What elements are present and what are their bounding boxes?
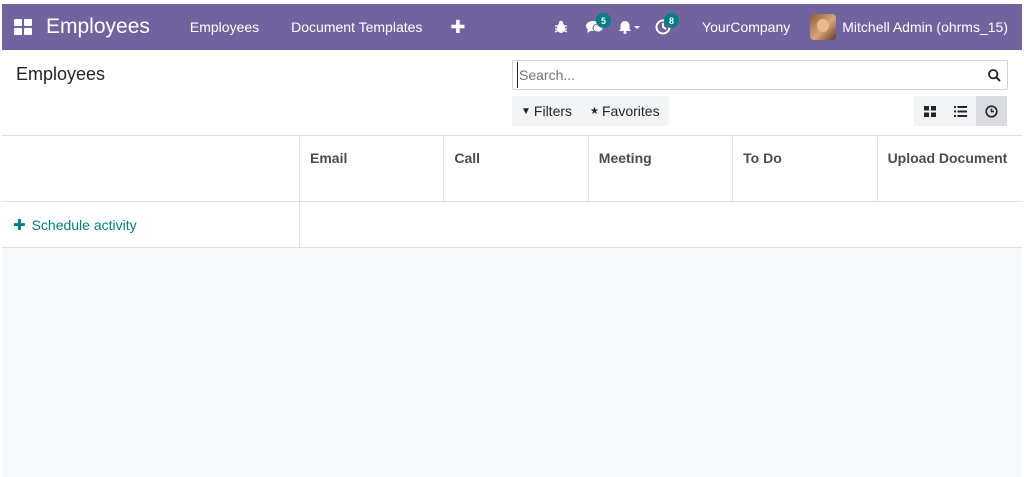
search-options: ▼ Filters ★ Favorites xyxy=(512,96,669,126)
column-call[interactable]: Call xyxy=(444,137,589,201)
activity-header-row: Email Call Meeting To Do Upload Document xyxy=(2,137,1022,202)
kanban-view-icon[interactable] xyxy=(914,96,945,126)
messages-icon[interactable]: 5 xyxy=(578,4,612,50)
menu-document-templates[interactable]: Document Templates xyxy=(275,19,438,35)
add-menu-icon[interactable]: ✚ xyxy=(438,17,477,38)
column-upload-document[interactable]: Upload Document xyxy=(878,137,1022,201)
company-switcher[interactable]: YourCompany xyxy=(680,19,810,35)
activity-view-clock-icon[interactable] xyxy=(976,96,1007,126)
activities-badge: 8 xyxy=(664,13,680,28)
plus-icon: ✚ xyxy=(13,216,26,234)
debug-bug-icon[interactable] xyxy=(544,4,578,50)
systray: 5 8 YourCompany Mitchell Admin (ohrms_15… xyxy=(544,4,1022,50)
search-icon[interactable] xyxy=(981,68,1007,82)
control-panel: Employees ▼ Filters ★ Favorites xyxy=(2,50,1022,136)
user-name: Mitchell Admin (ohrms_15) xyxy=(842,19,1008,35)
notifications-bell-icon[interactable] xyxy=(612,4,646,50)
top-navbar: Employees Employees Document Templates ✚… xyxy=(2,4,1022,50)
user-avatar xyxy=(810,14,837,40)
user-menu[interactable]: Mitchell Admin (ohrms_15) xyxy=(810,14,1022,40)
activity-header-blank xyxy=(2,137,300,201)
favorites-star-icon: ★ xyxy=(590,105,599,117)
column-meeting[interactable]: Meeting xyxy=(589,137,734,201)
activities-clock-icon[interactable]: 8 xyxy=(646,4,680,50)
schedule-activity-label: Schedule activity xyxy=(31,216,137,233)
column-to-do[interactable]: To Do xyxy=(733,137,878,201)
column-email[interactable]: Email xyxy=(300,137,445,201)
page-title: Employees xyxy=(16,64,106,84)
list-view-icon[interactable] xyxy=(945,96,976,126)
view-switcher xyxy=(914,96,1007,126)
search-input[interactable] xyxy=(517,62,981,88)
favorites-label: Favorites xyxy=(602,103,660,119)
search-bar xyxy=(512,60,1008,90)
activity-view: Email Call Meeting To Do Upload Document… xyxy=(2,137,1022,477)
apps-menu-icon[interactable] xyxy=(2,4,44,50)
app-title[interactable]: Employees xyxy=(46,15,150,39)
filters-button[interactable]: ▼ Filters xyxy=(512,96,581,126)
activity-table: Email Call Meeting To Do Upload Document… xyxy=(2,137,1022,248)
menu-employees[interactable]: Employees xyxy=(174,19,275,35)
messages-badge: 5 xyxy=(596,13,612,28)
filter-funnel-icon: ▼ xyxy=(521,105,531,117)
schedule-activity-button[interactable]: ✚ Schedule activity xyxy=(2,202,300,247)
schedule-activity-row: ✚ Schedule activity xyxy=(2,202,1022,248)
filters-label: Filters xyxy=(533,103,573,119)
favorites-button[interactable]: ★ Favorites xyxy=(581,96,669,126)
